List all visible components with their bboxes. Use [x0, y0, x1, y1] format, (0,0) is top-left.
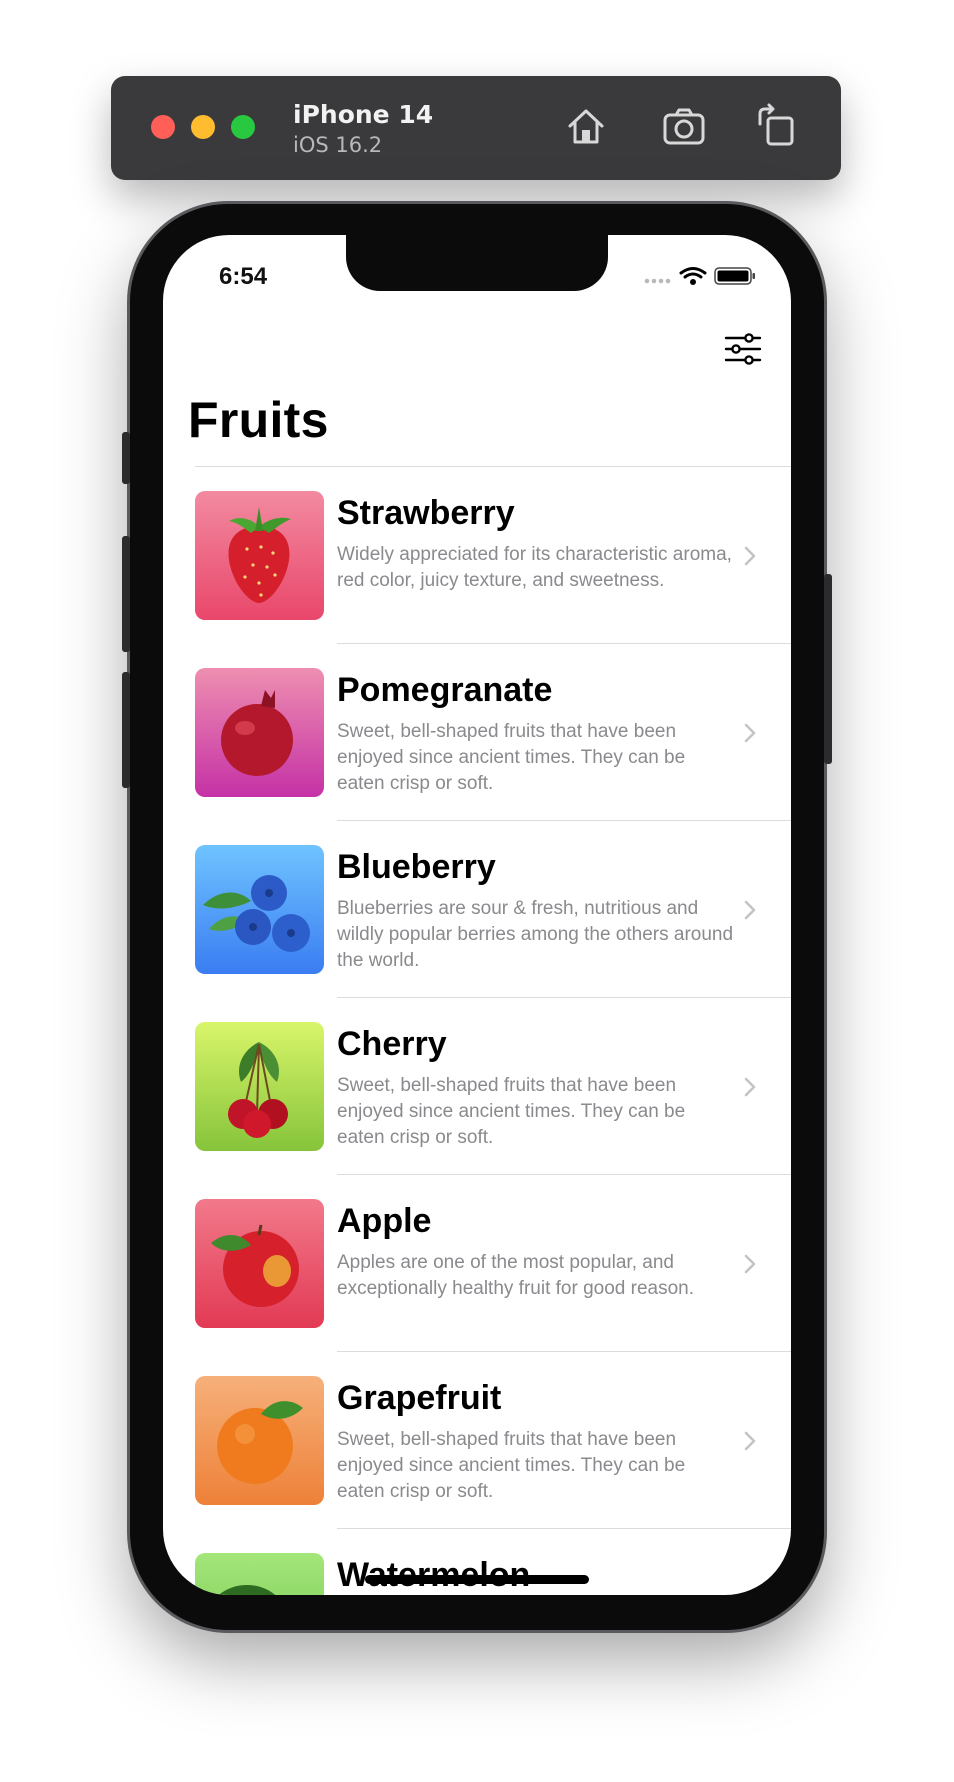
volume-up-button — [122, 536, 130, 652]
phone-screen: 6:54 Fruits Strawberry Widely appreciate… — [163, 235, 791, 1595]
row-description: Widely appreciated for its characteristi… — [337, 544, 732, 591]
chevron-right-icon — [744, 900, 756, 920]
blueberry-thumbnail — [195, 845, 324, 974]
screenshot-icon[interactable] — [660, 102, 708, 150]
watermelon-thumbnail — [195, 1553, 324, 1595]
close-window-button[interactable] — [151, 115, 175, 139]
list-item-cherry[interactable]: Cherry Sweet, bell-shaped fruits that ha… — [163, 998, 791, 1175]
status-icons — [644, 267, 755, 285]
list-item-blueberry[interactable]: Blueberry Blueberries are sour & fresh, … — [163, 821, 791, 998]
fruit-list: Strawberry Widely appreciated for its ch… — [163, 467, 791, 1595]
simulator-device-name: iPhone 14 — [293, 100, 434, 129]
sliders-icon[interactable] — [723, 329, 763, 369]
apple-thumbnail — [195, 1199, 324, 1328]
chevron-right-icon — [744, 723, 756, 743]
mute-switch — [122, 432, 130, 484]
list-item-pomegranate[interactable]: Pomegranate Sweet, bell-shaped fruits th… — [163, 644, 791, 821]
rotate-icon[interactable] — [752, 102, 800, 150]
notch — [346, 235, 608, 291]
row-title: Apple — [337, 1202, 432, 1240]
simulator-os-version: iOS 16.2 — [293, 133, 383, 157]
row-title: Grapefruit — [337, 1379, 502, 1417]
row-title: Cherry — [337, 1025, 447, 1063]
chevron-right-icon — [744, 546, 756, 566]
home-indicator[interactable] — [365, 1575, 589, 1584]
battery-icon — [714, 267, 755, 285]
simulator-toolbar — [111, 76, 841, 180]
row-title: Pomegranate — [337, 671, 553, 709]
wifi-icon — [679, 267, 707, 279]
strawberry-thumbnail — [195, 491, 324, 620]
list-item-watermelon[interactable]: Watermelon — [163, 1529, 791, 1595]
power-button — [824, 574, 832, 764]
chevron-right-icon — [744, 1254, 756, 1274]
row-description: Sweet, bell-shaped fruits that have been… — [337, 1075, 686, 1148]
row-description: Sweet, bell-shaped fruits that have been… — [337, 1429, 686, 1502]
list-item-grapefruit[interactable]: Grapefruit Sweet, bell-shaped fruits tha… — [163, 1352, 791, 1529]
cherry-thumbnail — [195, 1022, 324, 1151]
volume-down-button — [122, 672, 130, 788]
page-title: Fruits — [188, 392, 329, 448]
chevron-right-icon — [744, 1431, 756, 1451]
home-icon[interactable] — [562, 102, 610, 150]
pomegranate-thumbnail — [195, 668, 324, 797]
row-title: Blueberry — [337, 848, 496, 886]
minimize-window-button[interactable] — [191, 115, 215, 139]
zoom-window-button[interactable] — [231, 115, 255, 139]
row-description: Apples are one of the most popular, and … — [337, 1252, 694, 1299]
row-description: Blueberries are sour & fresh, nutritious… — [337, 898, 734, 971]
grapefruit-thumbnail — [195, 1376, 324, 1505]
list-item-strawberry[interactable]: Strawberry Widely appreciated for its ch… — [163, 467, 791, 644]
cellular-icon — [644, 278, 671, 284]
list-item-apple[interactable]: Apple Apples are one of the most popular… — [163, 1175, 791, 1352]
row-title: Strawberry — [337, 494, 515, 532]
status-time: 6:54 — [219, 263, 268, 290]
chevron-right-icon — [744, 1077, 756, 1097]
row-description: Sweet, bell-shaped fruits that have been… — [337, 721, 686, 794]
